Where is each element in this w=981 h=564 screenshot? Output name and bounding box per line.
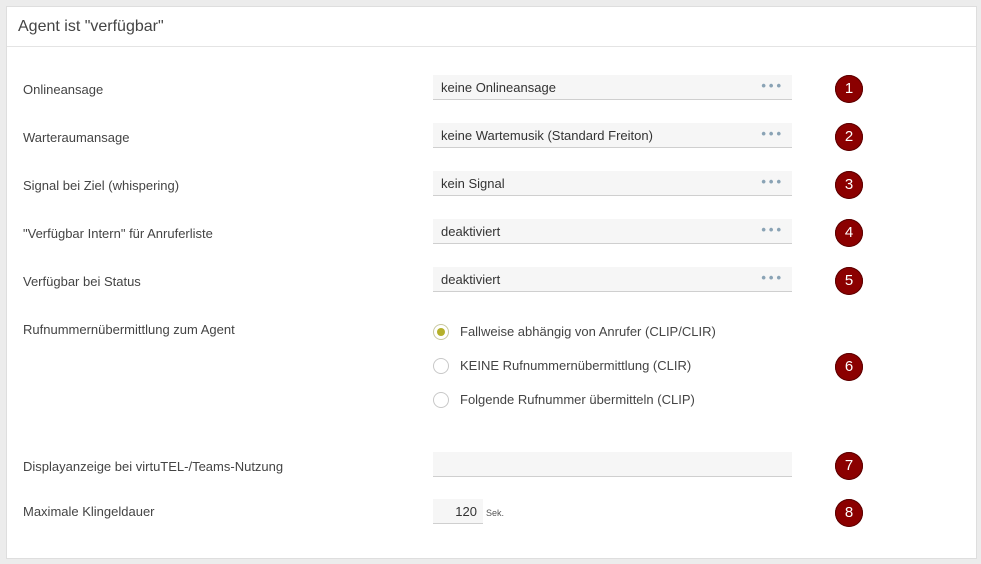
field-value: kein Signal <box>441 176 505 191</box>
more-options-icon[interactable]: ••• <box>761 171 784 193</box>
klingeldauer-input[interactable]: 120 <box>433 499 483 524</box>
row-label: Verfügbar bei Status <box>23 274 141 289</box>
unit-label: Sek. <box>486 508 505 518</box>
row-label: Displayanzeige bei virtuTEL-/Teams-Nutzu… <box>23 459 284 474</box>
more-options-icon[interactable]: ••• <box>761 123 784 145</box>
more-options-icon[interactable]: ••• <box>761 267 784 289</box>
row-label: "Verfügbar Intern" für Anruferliste <box>23 226 213 241</box>
step-badge: 7 <box>835 452 863 480</box>
more-options-icon[interactable]: ••• <box>761 219 784 241</box>
verfuegbar-status-field[interactable]: deaktiviert ••• <box>433 267 792 292</box>
onlineansage-field[interactable]: keine Onlineansage ••• <box>433 75 792 100</box>
settings-panel: Agent ist "verfügbar" Onlineansage keine… <box>6 6 977 559</box>
step-badge: 8 <box>835 499 863 527</box>
radio-label: Folgende Rufnummer übermitteln (CLIP) <box>460 392 695 407</box>
field-value: keine Wartemusik (Standard Freiton) <box>441 128 653 143</box>
step-badge: 5 <box>835 267 863 295</box>
step-badge: 2 <box>835 123 863 151</box>
field-value: deaktiviert <box>441 272 501 287</box>
more-options-icon[interactable]: ••• <box>761 75 784 97</box>
step-badge: 1 <box>835 75 863 103</box>
radio-button[interactable] <box>433 392 449 408</box>
step-badge: 6 <box>835 353 863 381</box>
field-value: keine Onlineansage <box>441 80 556 95</box>
step-badge: 4 <box>835 219 863 247</box>
row-label: Signal bei Ziel (whispering) <box>23 178 180 193</box>
displayanzeige-input[interactable] <box>433 452 792 477</box>
signal-field[interactable]: kein Signal ••• <box>433 171 792 196</box>
panel-title: Agent ist "verfügbar" <box>7 7 976 47</box>
warteraumansage-field[interactable]: keine Wartemusik (Standard Freiton) ••• <box>433 123 792 148</box>
radio-label: Fallweise abhängig von Anrufer (CLIP/CLI… <box>460 324 716 339</box>
row-label: Onlineansage <box>23 82 104 97</box>
row-label: Warteraumansage <box>23 130 130 145</box>
row-label: Maximale Klingeldauer <box>23 504 155 519</box>
step-badge: 3 <box>835 171 863 199</box>
radio-button-checked[interactable] <box>433 324 449 340</box>
radio-button[interactable] <box>433 358 449 374</box>
verfuegbar-intern-field[interactable]: deaktiviert ••• <box>433 219 792 244</box>
field-value: deaktiviert <box>441 224 501 239</box>
row-label: Rufnummernübermittlung zum Agent <box>23 322 235 337</box>
radio-label: KEINE Rufnummernübermittlung (CLIR) <box>460 358 692 373</box>
